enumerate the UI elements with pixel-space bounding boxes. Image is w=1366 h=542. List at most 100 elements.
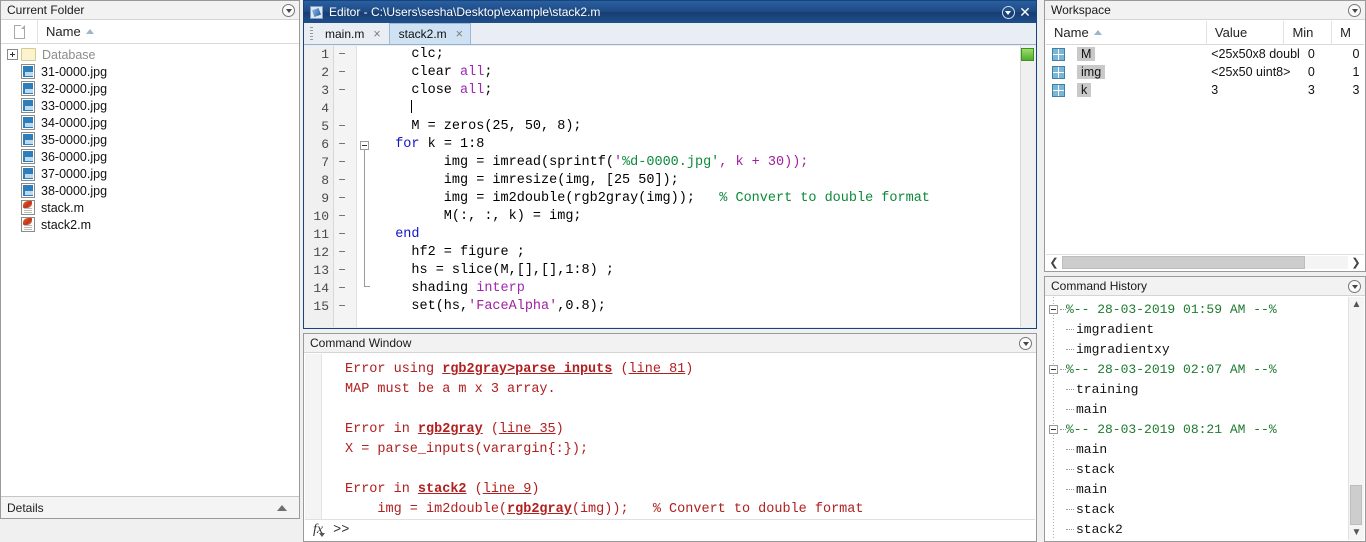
editor-breakpoint-gutter[interactable]: – – – – – – – – – – – – – – <box>334 46 357 327</box>
code-line[interactable]: set(hs,'FaceAlpha',0.8); <box>373 298 1035 316</box>
breakpoint-marker[interactable]: – <box>334 226 356 244</box>
breakpoint-marker[interactable]: – <box>334 190 356 208</box>
workspace-row[interactable]: M <25x50x8 double> 0 0 <box>1046 45 1364 63</box>
editor-dropdown-button[interactable] <box>1001 5 1015 19</box>
code-line[interactable]: img = im2double(rgb2gray(img)); % Conver… <box>373 190 1035 208</box>
code-line[interactable]: M(:, :, k) = img; <box>373 208 1035 226</box>
code-analyzer-status-icon[interactable] <box>1021 48 1034 61</box>
workspace-variable-table[interactable]: M<25x50x8 double>00img<25x50 uint8>01k33… <box>1046 45 1364 101</box>
file-list-item[interactable]: 38-0000.jpg <box>1 182 299 199</box>
code-line[interactable]: img = imresize(img, [25 50]); <box>373 172 1035 190</box>
tab-main-m-close-icon[interactable]: × <box>373 28 380 41</box>
column-header-name[interactable]: Name <box>38 24 299 39</box>
tab-stack2-m[interactable]: stack2.m × <box>388 23 471 44</box>
current-folder-file-list[interactable]: Database 31-0000.jpg 32-0000.jpg 33-0000.jp… <box>1 44 299 233</box>
collapse-session-icon[interactable] <box>1049 304 1058 314</box>
line-link[interactable]: line 35 <box>499 422 556 437</box>
workspace-row[interactable]: k333 <box>1046 81 1364 99</box>
line-link[interactable]: line 9 <box>483 482 532 497</box>
file-list-item[interactable]: 31-0000.jpg <box>1 63 299 80</box>
chevron-down-icon[interactable] <box>1019 336 1032 350</box>
collapse-session-icon[interactable] <box>1049 364 1058 374</box>
history-command-item[interactable]: imgradientxy <box>1046 339 1349 359</box>
column-header-min[interactable]: Min <box>1284 20 1333 45</box>
editor-code-area[interactable]: clc; clear all; close all; M = zeros(25,… <box>373 46 1035 327</box>
history-command-item[interactable]: main <box>1046 479 1349 499</box>
breakpoint-marker[interactable]: – <box>334 64 356 82</box>
tab-main-m[interactable]: main.m × <box>315 23 389 44</box>
error-link[interactable]: rgb2gray <box>418 422 483 437</box>
file-list-item[interactable]: 32-0000.jpg <box>1 80 299 97</box>
breakpoint-marker[interactable]: – <box>334 262 356 280</box>
chevron-up-icon[interactable]: ▲ <box>1349 297 1364 312</box>
file-list-item[interactable]: 36-0000.jpg <box>1 148 299 165</box>
history-command-item[interactable]: stack <box>1046 499 1349 519</box>
code-line[interactable]: end <box>373 226 1035 244</box>
collapse-session-icon[interactable] <box>1049 424 1058 434</box>
error-link[interactable]: stack2 <box>418 482 467 497</box>
code-line[interactable]: hs = slice(M,[],[],1:8) ; <box>373 262 1035 280</box>
breakpoint-marker[interactable]: – <box>334 298 356 316</box>
close-icon[interactable]: ✕ <box>1018 5 1032 19</box>
workspace-row[interactable]: img <25x50 uint8> 0 1 <box>1046 63 1364 81</box>
chevron-down-icon[interactable]: ▼ <box>1349 525 1364 540</box>
chevron-right-icon[interactable]: ❯ <box>1348 255 1364 270</box>
tab-stack2-m-close-icon[interactable]: × <box>456 28 463 41</box>
history-session-header[interactable]: %-- 28-03-2019 01:59 AM --% <box>1046 299 1349 319</box>
code-line[interactable]: for k = 1:8 <box>373 136 1035 154</box>
breakpoint-marker[interactable]: – <box>334 154 356 172</box>
column-header-value[interactable]: Value <box>1207 20 1285 45</box>
scrollbar-track[interactable] <box>1062 256 1348 269</box>
command-history-list[interactable]: %-- 28-03-2019 01:59 AM --% imgradient img… <box>1046 297 1364 540</box>
breakpoint-marker[interactable]: – <box>334 172 356 190</box>
file-list-item[interactable]: stack.m <box>1 199 299 216</box>
chevron-up-icon[interactable] <box>277 504 287 511</box>
code-line[interactable]: clc; <box>373 46 1035 64</box>
workspace-horizontal-scrollbar[interactable]: ❮ ❯ <box>1046 254 1364 270</box>
breakpoint-marker[interactable]: – <box>334 118 356 136</box>
file-list-item[interactable]: Database <box>1 46 299 63</box>
scrollbar-thumb[interactable] <box>1062 256 1306 269</box>
code-line[interactable]: close all; <box>373 82 1035 100</box>
file-list-item[interactable]: 37-0000.jpg <box>1 165 299 182</box>
details-bar[interactable]: Details <box>1 496 299 518</box>
breakpoint-marker[interactable]: – <box>334 244 356 262</box>
history-command-item[interactable]: main <box>1046 439 1349 459</box>
history-session-header[interactable]: %-- 28-03-2019 02:07 AM --% <box>1046 359 1349 379</box>
code-line[interactable]: clear all; <box>373 64 1035 82</box>
code-line[interactable]: img = imread(sprintf('%d-0000.jpg', k + … <box>373 154 1035 172</box>
column-header-max[interactable]: M <box>1332 21 1364 45</box>
column-header-icon[interactable] <box>1 24 37 39</box>
code-line[interactable] <box>373 100 1035 118</box>
history-command-item[interactable]: imgradient <box>1046 319 1349 339</box>
history-command-item[interactable]: stack <box>1046 459 1349 479</box>
breakpoint-marker[interactable] <box>334 100 356 118</box>
chevron-left-icon[interactable]: ❮ <box>1046 255 1062 270</box>
history-command-item[interactable]: stack2 <box>1046 519 1349 539</box>
file-list-item[interactable]: 35-0000.jpg <box>1 131 299 148</box>
code-line[interactable]: hf2 = figure ; <box>373 244 1035 262</box>
breakpoint-marker[interactable]: – <box>334 280 356 298</box>
chevron-down-icon[interactable] <box>1348 279 1361 293</box>
line-link[interactable]: line 81 <box>629 362 686 377</box>
breakpoint-marker[interactable]: – <box>334 46 356 64</box>
expand-folder-icon[interactable] <box>7 49 18 60</box>
chevron-down-icon[interactable] <box>1348 3 1361 17</box>
history-command-item[interactable]: main <box>1046 399 1349 419</box>
column-header-name[interactable]: Name <box>1046 20 1207 45</box>
chevron-down-icon[interactable] <box>282 3 295 17</box>
scrollbar-thumb[interactable] <box>1350 485 1362 525</box>
editor-code-fold-gutter[interactable] <box>357 46 373 327</box>
file-list-item[interactable]: 33-0000.jpg <box>1 97 299 114</box>
command-window-prompt-row[interactable]: fx >> <box>305 519 1035 540</box>
tab-grip-handle[interactable] <box>310 26 313 41</box>
command-history-scrollbar[interactable]: ▲ ▼ <box>1348 297 1364 540</box>
file-list-item[interactable]: 34-0000.jpg <box>1 114 299 131</box>
fx-icon[interactable]: fx <box>305 522 326 538</box>
code-line[interactable]: M = zeros(25, 50, 8); <box>373 118 1035 136</box>
breakpoint-marker[interactable]: – <box>334 208 356 226</box>
breakpoint-marker[interactable]: – <box>334 136 356 154</box>
code-line[interactable]: shading interp <box>373 280 1035 298</box>
history-command-item[interactable]: training <box>1046 379 1349 399</box>
error-link[interactable]: rgb2gray <box>507 502 572 517</box>
